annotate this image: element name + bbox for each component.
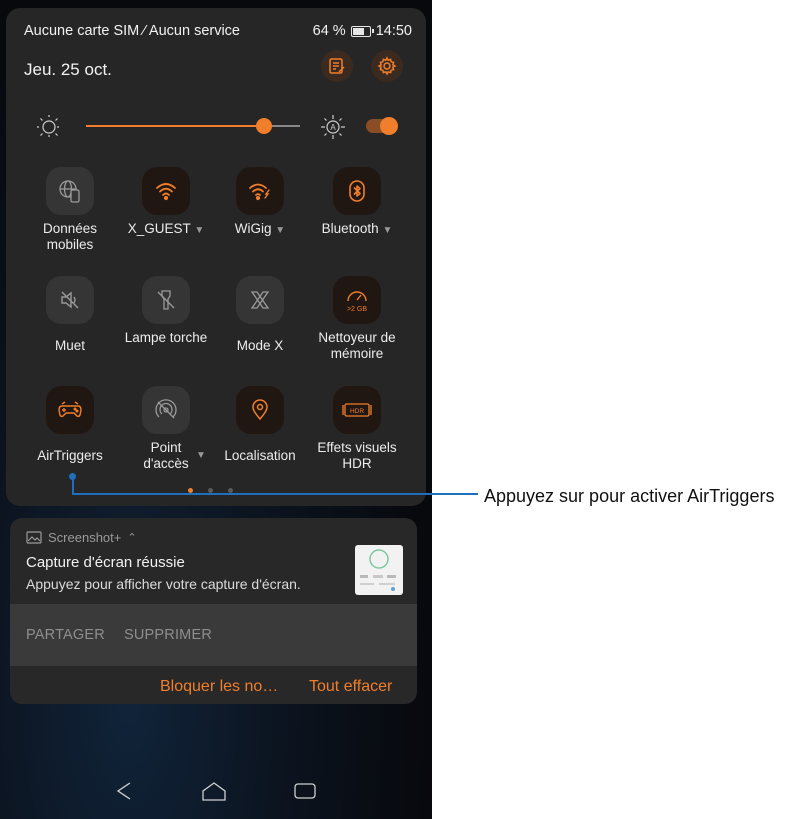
notification-card[interactable]: Screenshot+ ⌃ Capture d'écran réussie Ap… [10,518,417,704]
dropdown-arrow-icon[interactable]: ▼ [275,225,285,236]
tile-bluetooth[interactable]: Bluetooth ▼ [309,167,405,239]
tile-label: AirTriggers [37,448,103,463]
callout-dot [69,473,76,480]
bluetooth-icon [349,180,365,202]
memory-cleaner-icon: >2 GB [347,291,367,313]
dropdown-arrow-icon[interactable]: ▼ [196,448,206,464]
mobile-data-icon [59,180,80,203]
tile-label: Effets visuels HDR [317,440,397,471]
tile-airtriggers[interactable]: AirTriggers [22,386,118,464]
brightness-low-icon [37,115,61,139]
tile-x-mode[interactable]: Mode X [212,276,308,354]
tile-label: Bluetooth [321,221,379,236]
tile-label: WiGig [234,221,272,236]
hdr-icon: HDR [342,403,372,417]
notification-footer: Bloquer les no… Tout effacer [10,666,417,704]
tile-flashlight[interactable]: Lampe torche [118,276,214,346]
gear-icon [377,56,397,76]
tile-label: Localisation [224,448,296,463]
dropdown-arrow-icon[interactable]: ▼ [382,225,392,236]
auto-brightness-icon: A [321,115,345,139]
screenshot-thumbnail[interactable] [355,545,403,595]
tile-label: Muet [54,338,85,353]
mute-icon [61,291,79,309]
location-icon [252,399,268,421]
wifi-icon [156,183,176,201]
tile-hotspot[interactable]: Point d'accès ▼ [118,386,214,472]
tile-memory-cleaner[interactable]: >2 GB Nettoyeur de mémoire [309,276,405,362]
tile-label: Mode X [236,338,284,353]
airtriggers-icon [58,401,82,418]
settings-button[interactable] [371,50,403,82]
svg-text:A: A [330,123,336,132]
notification-actions: PARTAGER SUPPRIMER [10,604,417,666]
tile-label: Point d'accès [143,440,189,471]
auto-brightness-toggle[interactable] [366,117,398,135]
notification-body: Appuyez pour afficher votre capture d'éc… [26,576,301,592]
tile-label: Données mobiles [42,221,98,252]
home-icon[interactable] [201,780,227,802]
svg-text:>2 GB: >2 GB [347,306,367,313]
block-notifications-button[interactable]: Bloquer les no… [160,678,278,696]
wigig-icon [249,183,270,201]
tile-mute[interactable]: Muet [22,276,118,354]
tile-location[interactable]: Localisation [212,386,308,464]
navigation-bar [0,772,432,812]
battery-icon [350,25,374,37]
chevron-up-icon[interactable]: ⌃ [127,531,136,544]
phone-screen: Aucune carte SIM ⁄ Aucun service 64 % 14… [0,0,432,819]
hotspot-icon [155,399,177,419]
tile-hdr[interactable]: HDR Effets visuels HDR [309,386,405,472]
tile-wigig[interactable]: WiGig ▼ [212,167,308,239]
image-icon [26,531,42,544]
edit-notes-icon [329,58,345,74]
tile-label: Lampe torche [124,330,208,345]
svg-text:HDR: HDR [350,408,364,415]
delete-button[interactable]: SUPPRIMER [124,627,212,643]
brightness-slider-thumb[interactable] [255,118,272,134]
date-label: Jeu. 25 oct. [24,60,112,79]
notification-app-name: Screenshot+ [48,530,122,545]
brightness-row: A [36,112,406,142]
recent-apps-icon[interactable] [293,780,317,802]
back-icon[interactable] [114,780,134,802]
tile-label: X_GUEST [127,221,191,236]
carrier-text: Aucune carte SIM ⁄ Aucun service [24,23,240,39]
clear-all-button[interactable]: Tout effacer [309,678,392,696]
x-mode-icon [250,291,270,309]
share-button[interactable]: PARTAGER [26,627,105,643]
dropdown-arrow-icon[interactable]: ▼ [194,225,204,236]
tile-label: Nettoyeur de mémoire [318,330,396,361]
battery-percent: 64 % [312,23,346,39]
clock: 14:50 [375,23,412,39]
callout-line [72,493,478,495]
notification-title: Capture d'écran réussie [26,554,185,571]
tile-wifi[interactable]: X_GUEST ▼ [118,167,214,239]
status-bar: Aucune carte SIM ⁄ Aucun service 64 % 14… [18,14,418,40]
edit-quick-settings-button[interactable] [321,50,353,82]
callout-text: Appuyez sur pour activer AirTriggers [484,486,775,506]
flashlight-icon [157,290,175,310]
tile-mobile-data[interactable]: Données mobiles [22,167,118,253]
